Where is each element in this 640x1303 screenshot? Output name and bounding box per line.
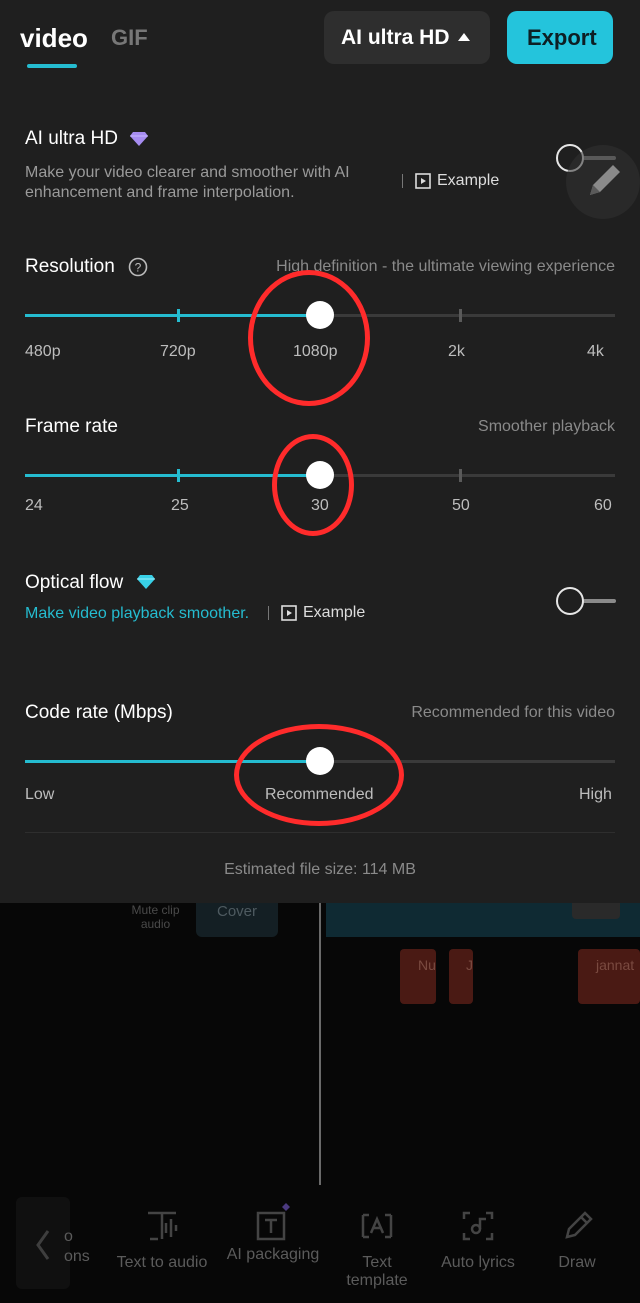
tab-video[interactable]: video (20, 23, 88, 54)
export-settings-panel: video GIF AI ultra HD Export AI ultra HD… (0, 0, 640, 903)
quality-dropdown-label: AI ultra HD (341, 26, 450, 49)
frame-rate-title: Frame rate (25, 416, 118, 437)
svg-text:?: ? (135, 261, 142, 275)
back-button[interactable] (16, 1197, 70, 1289)
cover-thumbnail[interactable]: Cover (196, 903, 278, 937)
add-clip-button[interactable] (572, 903, 620, 919)
ai-packaging-label: AI packaging (226, 1246, 320, 1263)
partial-top-label: o (64, 1228, 73, 1245)
export-button[interactable]: Export (507, 11, 613, 64)
divider-bar (402, 174, 403, 188)
draw-label: Draw (558, 1254, 596, 1271)
mute-line-1: Mute clip (131, 903, 180, 917)
code-rate-title: Code rate (Mbps) (25, 702, 173, 723)
tab-video-indicator (27, 64, 77, 68)
ai-ultra-hd-example-label: Example (437, 172, 500, 189)
frame-rate-tick-50 (459, 469, 462, 482)
resolution-option-4k: 4k (587, 343, 604, 360)
ai-ultra-hd-desc-line-1: Make your video clearer and smoother wit… (25, 164, 350, 181)
text-to-audio-icon (148, 1211, 178, 1241)
estimated-file-size: Estimated file size: 114 MB (224, 861, 416, 878)
resolution-option-480p: 480p (25, 343, 61, 360)
text-clip-1[interactable]: Nu (400, 949, 436, 1004)
resolution-tick-720p (177, 309, 180, 322)
mute-line-2: audio (140, 917, 171, 931)
frame-rate-option-24: 24 (25, 497, 43, 514)
draw-button[interactable]: Draw (544, 1209, 610, 1272)
play-square-icon (415, 173, 431, 189)
text-clip-1-label: Nu (418, 957, 436, 973)
text-to-audio-button[interactable]: Text to audio (110, 1209, 214, 1272)
annotation-circle-code-rate (234, 724, 404, 826)
text-clip-3[interactable]: jannat (578, 949, 640, 1004)
optical-flow-toggle[interactable] (556, 586, 616, 616)
partial-bottom-label: ons (64, 1248, 90, 1265)
text-template-label-2: template (346, 1272, 408, 1289)
frame-rate-option-60: 60 (594, 497, 612, 514)
resolution-tick-2k (459, 309, 462, 322)
text-clip-2-label: J (466, 957, 473, 973)
optical-flow-title: Optical flow (25, 572, 124, 593)
resolution-option-2k: 2k (448, 343, 465, 360)
play-square-icon (281, 605, 297, 621)
frame-rate-option-50: 50 (452, 497, 470, 514)
mute-clip-audio-label[interactable]: Mute clip audio (118, 903, 193, 931)
annotation-circle-frame-rate (272, 434, 354, 536)
auto-lyrics-icon (462, 1211, 494, 1241)
resolution-title: Resolution (25, 256, 115, 277)
text-clip-3-label: jannat (596, 957, 635, 973)
help-icon[interactable]: ? (128, 257, 148, 277)
cover-label: Cover (216, 903, 257, 920)
pencil-icon (565, 1211, 593, 1239)
ai-ultra-hd-title: AI ultra HD (25, 128, 118, 149)
bottom-toolbar: o ons Text to audio AI packaging Text te… (0, 1195, 640, 1303)
tab-gif[interactable]: GIF (111, 25, 148, 51)
diamond-icon (137, 575, 155, 589)
diamond-icon (130, 132, 148, 146)
divider (25, 832, 615, 833)
frame-rate-tick-25 (177, 469, 180, 482)
resolution-option-720p: 720p (160, 343, 196, 360)
toolbar-partial-item[interactable]: o ons (64, 1227, 94, 1267)
ai-ultra-hd-desc-line-2: enhancement and frame interpolation. (25, 184, 295, 201)
code-rate-high-label: High (579, 786, 612, 803)
annotation-circle-resolution (248, 270, 370, 406)
auto-lyrics-label: Auto lyrics (441, 1254, 515, 1271)
code-rate-low-label: Low (25, 786, 55, 803)
export-label: Export (527, 25, 597, 50)
ai-ultra-hd-description: Make your video clearer and smoother wit… (25, 163, 350, 203)
pencil-icon (590, 165, 620, 195)
text-template-button[interactable]: Text template (332, 1209, 422, 1290)
frame-rate-hint: Smoother playback (478, 418, 615, 435)
ai-packaging-icon (256, 1203, 290, 1241)
ai-packaging-button[interactable]: AI packaging (220, 1199, 326, 1264)
optical-flow-toggle-knob (556, 587, 584, 615)
playhead[interactable] (319, 903, 321, 1185)
text-clip-2[interactable]: J (449, 949, 473, 1004)
optical-flow-description[interactable]: Make video playback smoother. (25, 605, 249, 623)
quality-dropdown[interactable]: AI ultra HD (324, 11, 490, 64)
text-template-label-1: Text (362, 1254, 392, 1271)
caret-up-icon (458, 33, 470, 41)
optical-flow-example-label: Example (303, 604, 366, 621)
code-rate-hint: Recommended for this video (411, 704, 615, 721)
text-to-audio-label: Text to audio (116, 1254, 208, 1271)
chevron-left-icon (36, 1230, 50, 1260)
text-template-icon (361, 1213, 393, 1239)
auto-lyrics-button[interactable]: Auto lyrics (428, 1209, 528, 1272)
frame-rate-option-25: 25 (171, 497, 189, 514)
floating-edit-button[interactable] (566, 145, 640, 219)
divider-bar (268, 606, 269, 620)
